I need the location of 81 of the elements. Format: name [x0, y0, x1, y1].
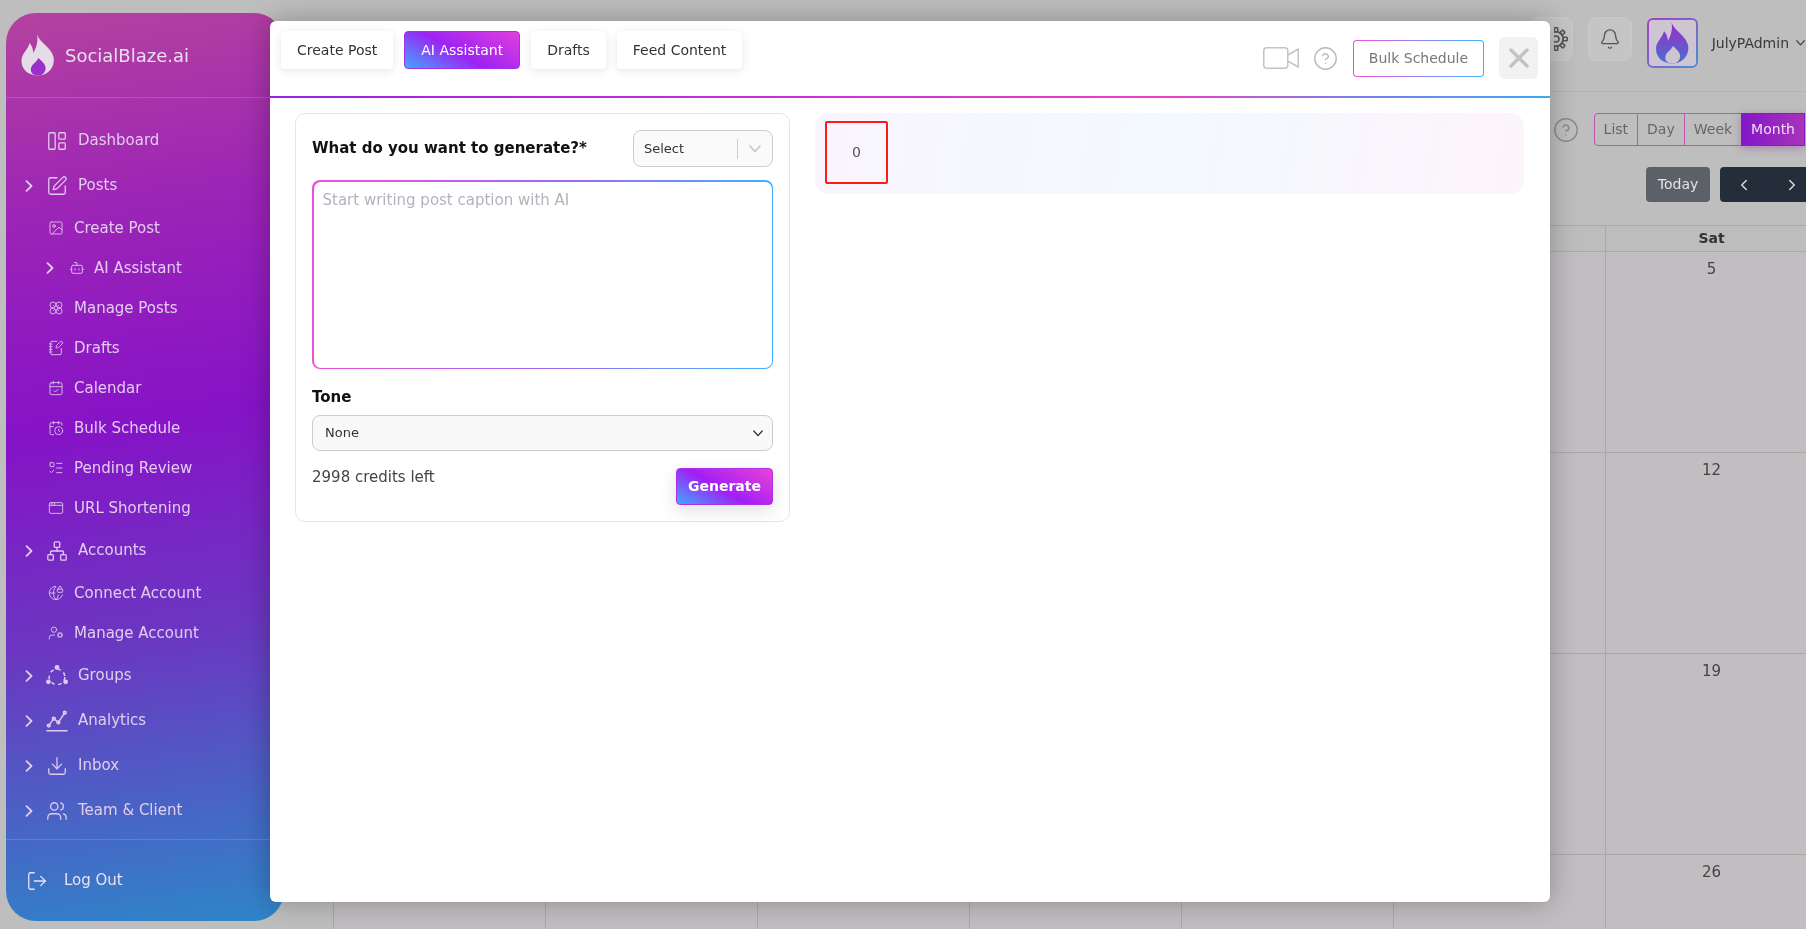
chevron-right-icon — [46, 262, 54, 274]
chevron-right-icon — [25, 544, 33, 557]
flower-icon — [48, 300, 64, 316]
sidebar-item[interactable]: Dashboard — [6, 118, 284, 163]
sidebar-item[interactable]: Manage Posts — [6, 288, 284, 328]
help-icon[interactable] — [1553, 117, 1578, 142]
sidebar-item[interactable]: URL Shortening — [6, 488, 284, 528]
content-type-select[interactable]: Select — [633, 130, 773, 167]
sidebar-item[interactable]: Create Post — [6, 208, 284, 248]
calendar-clock-icon — [48, 420, 64, 436]
counter-tile: 0 — [825, 121, 888, 184]
brand-name: SocialBlaze.ai — [65, 43, 190, 68]
chevron-right-icon — [25, 759, 33, 772]
sidebar-item[interactable]: Pending Review — [6, 448, 284, 488]
previous-button[interactable] — [1720, 167, 1768, 202]
view-tab[interactable]: Month — [1741, 113, 1805, 146]
flame-avatar-icon[interactable] — [1646, 18, 1698, 68]
date-number: 12 — [1701, 460, 1722, 481]
bell-icon — [1598, 28, 1621, 50]
calendar-check-icon — [48, 380, 64, 396]
chevron-right-icon — [25, 804, 33, 817]
view-tab[interactable]: List — [1593, 113, 1639, 146]
notebook-pen-icon — [48, 340, 64, 356]
sidebar-item[interactable]: AI Assistant — [6, 248, 284, 288]
user-name[interactable]: JulyPAdmin — [1711, 32, 1789, 54]
sidebar-item[interactable]: Connect Account — [6, 573, 284, 613]
today-button[interactable]: Today — [1646, 167, 1710, 202]
tab[interactable]: Drafts — [531, 31, 606, 69]
dots-circle-icon — [46, 664, 68, 687]
globe-lock-icon — [48, 585, 64, 601]
help-icon[interactable] — [1314, 46, 1337, 70]
generate-button[interactable]: Generate — [676, 468, 773, 505]
sidebar-item[interactable]: Inbox — [6, 743, 284, 788]
bulk-schedule-button[interactable]: Bulk Schedule — [1353, 39, 1484, 77]
sidebar-item[interactable]: Drafts — [6, 328, 284, 368]
chevron-down-icon — [749, 144, 761, 153]
sidebar-item[interactable]: Accounts — [6, 528, 284, 573]
date-number: 5 — [1706, 259, 1717, 280]
date-number: 26 — [1701, 862, 1722, 883]
chevron-right-icon — [25, 179, 33, 192]
layout-panels-icon — [46, 129, 68, 152]
sidebar-item[interactable]: Calendar — [6, 368, 284, 408]
network-icon — [46, 539, 68, 562]
checklist-icon — [48, 460, 64, 476]
edit-square-icon — [46, 174, 68, 197]
video-camera-icon[interactable] — [1263, 47, 1299, 69]
credits-left: 2998 credits left — [312, 468, 435, 486]
settings-icon — [1553, 27, 1568, 51]
tone-label: Tone — [312, 388, 353, 406]
caption-textarea[interactable]: Start writing post caption with AI — [312, 180, 773, 369]
sidebar-item[interactable]: Groups — [6, 653, 284, 698]
sidebar-item[interactable]: Posts — [6, 163, 284, 208]
robot-icon — [69, 260, 85, 276]
tab[interactable]: AI Assistant — [404, 31, 521, 69]
download-tray-icon — [46, 754, 68, 777]
tab[interactable]: Feed Content — [616, 31, 743, 69]
generate-question: What do you want to generate?* — [312, 138, 587, 160]
image-icon — [48, 220, 64, 236]
next-button[interactable] — [1768, 167, 1806, 202]
sidebar-item[interactable]: Team & Client — [6, 788, 284, 833]
app-window-icon — [48, 500, 64, 516]
sidebar-item[interactable]: Bulk Schedule — [6, 408, 284, 448]
tab[interactable]: Create Post — [281, 31, 394, 69]
sidebar-item[interactable]: Analytics — [6, 698, 284, 743]
view-tab[interactable]: Day — [1637, 113, 1685, 146]
sidebar-item[interactable]: Manage Account — [6, 613, 284, 653]
notifications-button[interactable] — [1587, 17, 1632, 61]
user-gear-icon — [48, 625, 64, 641]
chevron-down-icon — [1796, 40, 1805, 46]
tone-select[interactable]: None — [312, 415, 773, 451]
chevron-down-icon — [753, 429, 763, 437]
users-icon — [46, 799, 68, 822]
weekday-label: Sat — [1698, 229, 1725, 248]
trend-line-icon — [46, 709, 68, 732]
logout-icon — [26, 869, 48, 892]
close-icon — [1508, 48, 1529, 68]
chevron-right-icon — [25, 669, 33, 682]
flame-logo-icon — [20, 34, 56, 76]
logout-button[interactable]: Log Out — [26, 869, 123, 892]
date-number: 19 — [1701, 661, 1722, 682]
chevron-right-icon — [25, 714, 33, 727]
